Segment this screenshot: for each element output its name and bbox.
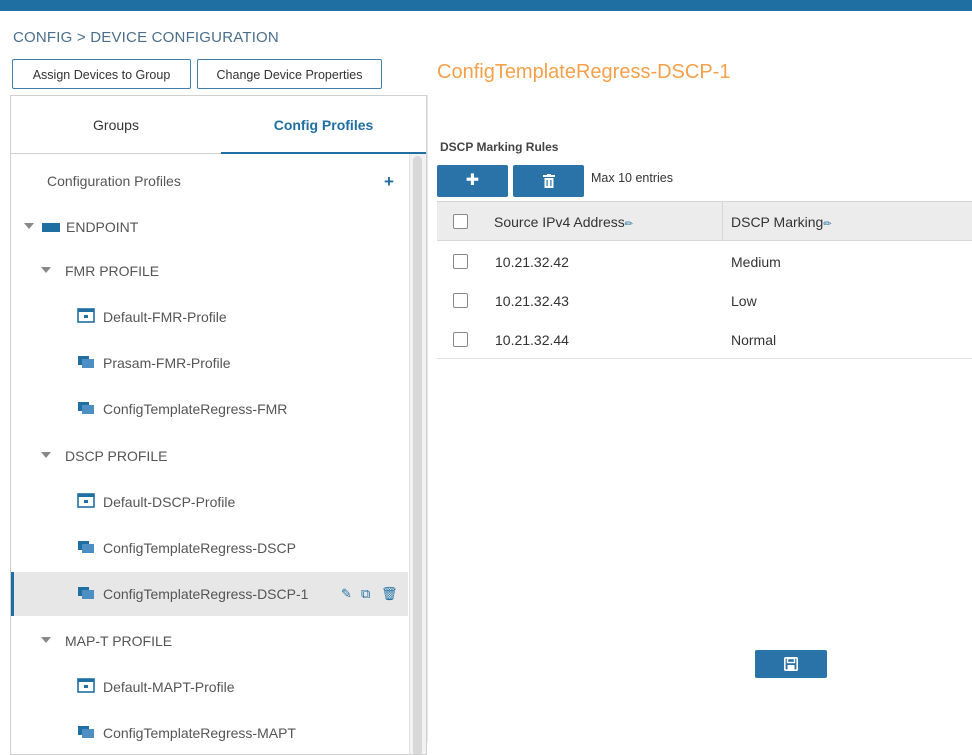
tree-group[interactable]: FMR PROFILE [11,249,408,293]
default-profile-icon [77,493,95,508]
expand-triangle-icon[interactable] [41,637,51,643]
tree-profile-item[interactable]: Default-DSCP-Profile [11,480,408,524]
table-header: Source IPv4 Address✏ DSCP Marking✏ [437,201,972,241]
change-device-properties-button[interactable]: Change Device Properties [197,59,382,89]
custom-profile-icon [78,726,94,738]
top-bar [0,0,972,11]
trash-icon [542,174,555,188]
tree-profile-label: Default-DSCP-Profile [103,494,236,510]
save-button[interactable] [755,650,827,678]
tree-profile-label: ConfigTemplateRegress-DSCP [103,540,296,556]
add-rule-button[interactable]: ✚ [437,165,508,197]
tree-profile-label: ConfigTemplateRegress-FMR [103,401,288,417]
divider [427,95,428,742]
tree-profile-item[interactable]: ConfigTemplateRegress-DSCP-1 ✎ ⧉ 🗑 [11,572,408,616]
column-header-marking-label: DSCP Marking [731,214,824,230]
tab-bar: Groups Config Profiles [11,96,426,154]
dscp-section-title: DSCP Marking Rules [440,140,559,154]
tree-group-label: MAP-T PROFILE [65,633,173,649]
expand-triangle-icon[interactable] [41,452,51,458]
expand-triangle-icon[interactable] [41,267,51,273]
selection-indicator [11,572,14,616]
dscp-marking-cell: Low [731,293,757,309]
tree-group[interactable]: DSCP PROFILE [11,434,408,478]
source-ip-cell: 10.21.32.43 [495,293,569,309]
trash-icon[interactable]: 🗑 [381,586,398,602]
folder-icon [42,223,60,232]
tree-profile-label: ConfigTemplateRegress-MAPT [103,725,296,741]
tree-profile-label: Prasam-FMR-Profile [103,355,231,371]
save-icon [784,657,798,671]
table-row[interactable]: 10.21.32.42 Medium [437,241,972,281]
custom-profile-icon [78,402,94,414]
table-row[interactable]: 10.21.32.44 Normal [437,319,972,359]
tree-profile-item[interactable]: Default-MAPT-Profile [11,665,408,709]
column-divider [722,202,723,240]
edit-icon: ✏ [823,219,832,230]
delete-rule-button[interactable] [513,165,584,197]
max-entries-note: Max 10 entries [591,171,673,185]
tree-profile-item[interactable]: Default-FMR-Profile [11,295,408,339]
expand-triangle-icon[interactable] [24,223,34,229]
breadcrumb: CONFIG > DEVICE CONFIGURATION [13,29,279,46]
tree-group-label: FMR PROFILE [65,263,160,279]
profiles-panel: Groups Config Profiles Configuration Pro… [10,95,427,755]
column-header-source-label: Source IPv4 Address [494,214,625,230]
page-title: ConfigTemplateRegress-DSCP-1 [437,61,731,83]
row-checkbox[interactable] [453,254,468,269]
tree-profile-label: Default-MAPT-Profile [103,679,235,695]
source-ip-cell: 10.21.32.44 [495,332,569,348]
table-row[interactable]: 10.21.32.43 Low [437,280,972,320]
row-checkbox[interactable] [453,332,468,347]
tree-profile-label: Default-FMR-Profile [103,309,227,325]
tree-profile-item[interactable]: ConfigTemplateRegress-DSCP [11,526,408,570]
tree-profile-item[interactable]: ConfigTemplateRegress-FMR [11,387,408,431]
tree-group[interactable]: MAP-T PROFILE [11,619,408,663]
default-profile-icon [77,308,95,323]
scrollbar[interactable] [413,156,422,754]
source-ip-cell: 10.21.32.42 [495,254,569,270]
tree-profile-label: ConfigTemplateRegress-DSCP-1 [103,586,309,602]
edit-icon: ✏ [624,219,634,230]
copy-icon[interactable]: ⧉ [361,586,370,602]
edit-icon[interactable]: ✎ [341,586,352,602]
column-header-source[interactable]: Source IPv4 Address✏ [494,214,633,230]
custom-profile-icon [78,541,94,553]
tree-profile-item[interactable]: Prasam-FMR-Profile [11,341,408,385]
plus-icon: ✚ [465,172,480,189]
custom-profile-icon [78,587,94,599]
tree-root-endpoint[interactable]: ENDPOINT [11,205,408,249]
add-profile-icon[interactable]: + [384,172,394,192]
dscp-marking-cell: Medium [731,254,781,270]
default-profile-icon [77,678,95,693]
tree-header: Configuration Profiles [47,173,181,189]
select-all-checkbox[interactable] [453,214,468,229]
tree-group-label: DSCP PROFILE [65,448,168,464]
tree-profile-item[interactable]: ConfigTemplateRegress-MAPT [11,711,408,754]
dscp-marking-cell: Normal [731,332,777,348]
custom-profile-icon [78,356,94,368]
tab-groups[interactable]: Groups [11,96,221,154]
row-checkbox[interactable] [453,293,468,308]
tree-root-label: ENDPOINT [66,219,139,235]
tab-config-profiles[interactable]: Config Profiles [221,96,426,154]
column-header-marking[interactable]: DSCP Marking✏ [731,214,832,230]
assign-devices-button[interactable]: Assign Devices to Group [12,59,191,89]
